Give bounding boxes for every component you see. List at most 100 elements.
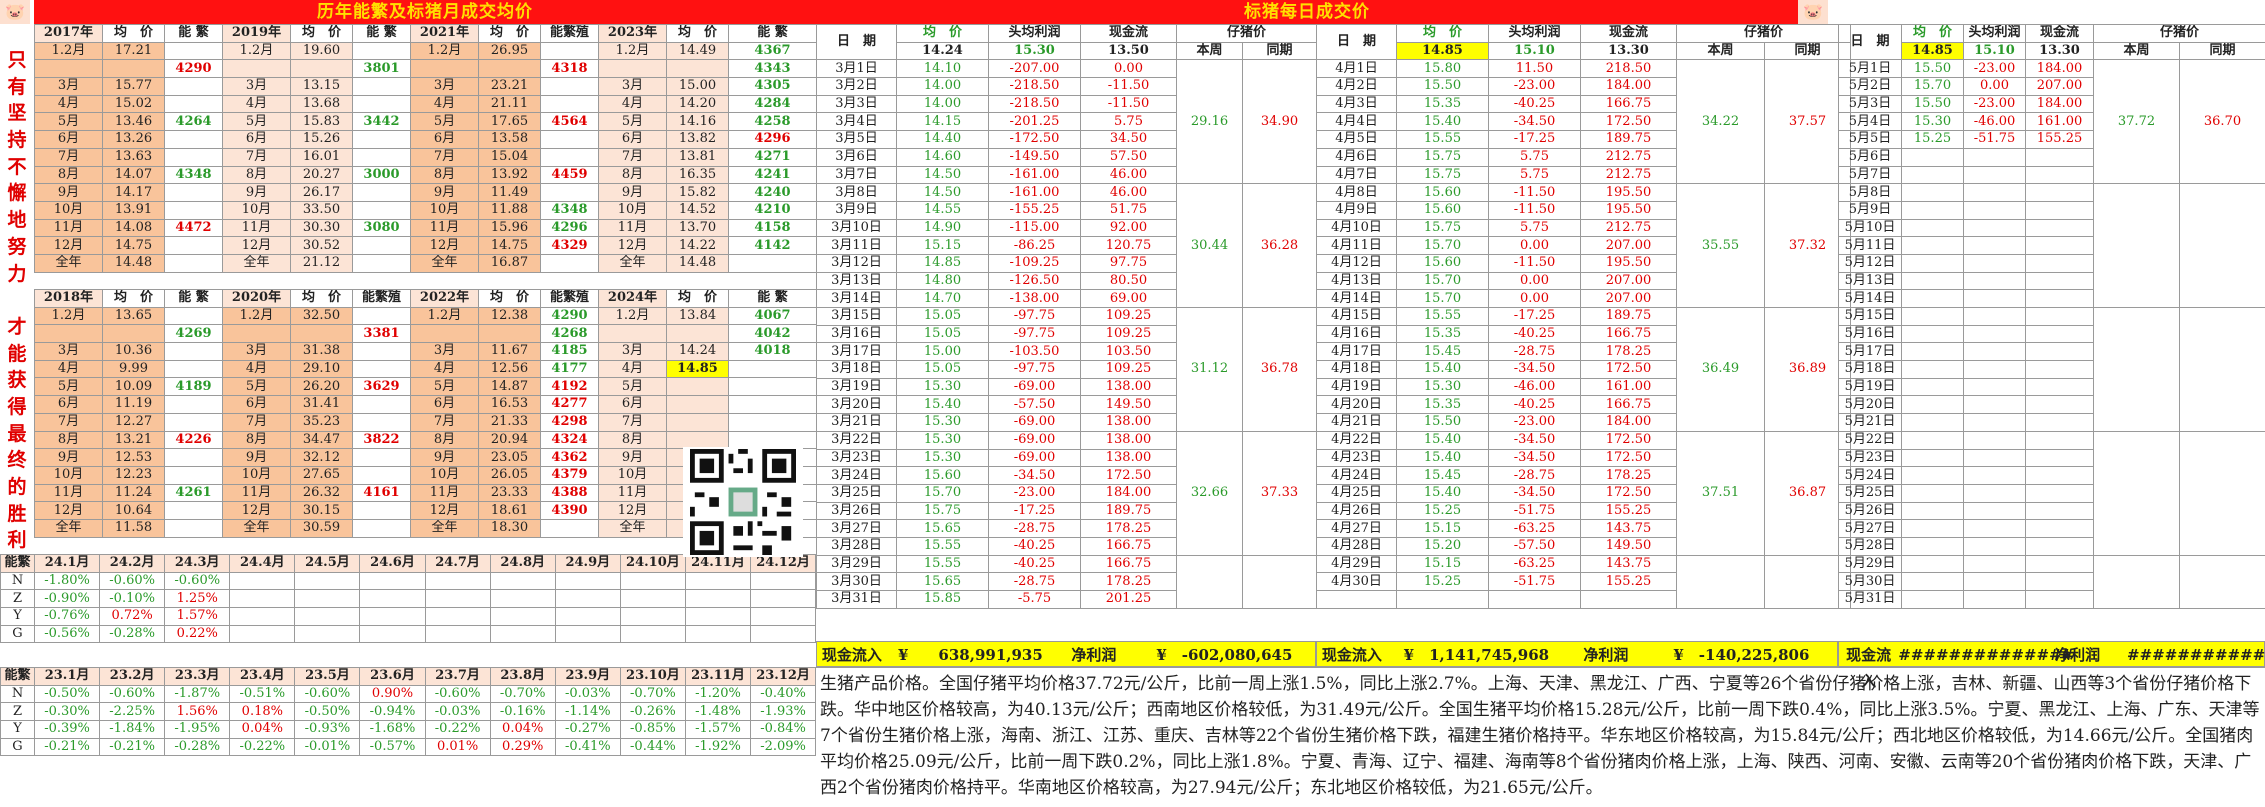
- cell: -5.75: [988, 590, 1081, 609]
- cell: [1901, 377, 1964, 397]
- cell: 1.2月: [34, 41, 103, 61]
- cell: -0.22%: [424, 720, 491, 739]
- cell: 15.83: [290, 112, 353, 132]
- cell: 14.49: [666, 41, 729, 61]
- cell: 13.65: [102, 306, 165, 326]
- cell: -155.25: [988, 200, 1081, 220]
- cell: 15.60: [1396, 183, 1489, 202]
- cell: 4264: [164, 112, 223, 132]
- cell: 4月10日: [1316, 218, 1397, 238]
- cell: 3月24日: [816, 466, 897, 485]
- cell: 15.40: [896, 395, 989, 415]
- cell: 178.25: [1080, 572, 1177, 591]
- cell: [540, 183, 599, 202]
- header-cell: 能 繁: [164, 24, 223, 43]
- cell: 4月28日: [1316, 536, 1397, 556]
- table-row: 全年 14.48 全年 21.12 全年 16.87 全年 14.48: [34, 253, 817, 273]
- cell: -0.27%: [554, 720, 621, 739]
- piglet-yoy: [2178, 183, 2265, 308]
- piglet-price-header: 仔猪价: [1175, 24, 1318, 43]
- cell: [410, 324, 479, 344]
- cash-value: ##############: [1898, 646, 2075, 664]
- cell: 189.75: [1080, 501, 1177, 521]
- cell: [750, 607, 817, 626]
- table-row: 4290 3801 4318 4343: [34, 59, 817, 79]
- cell: 15.40: [1396, 360, 1489, 379]
- cell: 11.19: [102, 395, 165, 414]
- cell: [1901, 324, 1964, 344]
- cell: 10月: [410, 200, 479, 220]
- cell: 5月22日: [1838, 430, 1902, 450]
- cell: 7月: [222, 412, 291, 432]
- cell: 32.50: [290, 306, 353, 326]
- cell: 15.85: [896, 590, 989, 609]
- cell: -97.75: [988, 307, 1081, 326]
- cell: [424, 607, 491, 626]
- cell: 3月2日: [816, 77, 897, 96]
- cell: 15.60: [896, 466, 989, 485]
- cell: [1963, 590, 2026, 609]
- cell: 全年: [34, 518, 103, 538]
- cell: 4月15日: [1316, 307, 1397, 326]
- cell: -34.50: [1488, 360, 1581, 379]
- cell: 97.75: [1080, 253, 1177, 273]
- cell: 34.50: [1080, 130, 1177, 149]
- cell: 31.41: [290, 395, 353, 414]
- cell: -0.85%: [619, 720, 686, 739]
- table-row: 4269 3381 4268 4042: [34, 324, 817, 344]
- cell: [619, 571, 686, 591]
- cell: -115.00: [988, 218, 1081, 238]
- cell: 26.20: [290, 377, 353, 397]
- cell: 11月: [34, 483, 103, 503]
- cell: 5月: [598, 377, 667, 397]
- cell: -34.50: [1488, 112, 1581, 132]
- stats-row: N -1.80% -0.60% -0.60%: [0, 571, 817, 591]
- cell: 4067: [728, 306, 817, 326]
- cell: 10月: [598, 200, 667, 220]
- cell: 12.53: [102, 448, 165, 467]
- cell: 138.00: [1080, 413, 1177, 432]
- table-row: 1.2月 13.65 1.2月 32.50 1.2月 12.38 4290 1.2月 13.84…: [34, 306, 817, 326]
- table-row: 6月 11.19 6月 31.41 6月 16.53 4277 6月: [34, 395, 817, 414]
- cell: Z: [0, 589, 35, 609]
- cell: [478, 59, 541, 79]
- cell: 16.35: [666, 165, 729, 185]
- cell: -2.09%: [750, 737, 817, 757]
- cell: 120.75: [1080, 236, 1177, 255]
- cell: -172.50: [988, 130, 1081, 149]
- cell: [164, 200, 223, 220]
- cell: 3月19日: [816, 377, 897, 397]
- cell: [424, 624, 491, 644]
- cell: -0.57%: [359, 737, 426, 757]
- cell: [34, 324, 103, 344]
- header-cell: 23.7月: [424, 667, 491, 686]
- piglet-yoy: [2178, 307, 2265, 432]
- cell: [478, 324, 541, 344]
- cell: 11月: [410, 483, 479, 503]
- header-cell: 均 价: [290, 24, 353, 43]
- cell: -17.25: [1488, 130, 1581, 149]
- cell: [1901, 466, 1964, 485]
- motto-char: 不: [7, 155, 27, 178]
- piglet-week: 34.22: [1676, 59, 1765, 185]
- cell: -0.70%: [489, 684, 556, 704]
- cell: 4月25日: [1316, 483, 1397, 503]
- cell: -51.75: [1488, 501, 1581, 521]
- piglet-price-header: 仔猪价: [2092, 24, 2265, 43]
- cell: 4月2日: [1316, 77, 1397, 96]
- cell: 0.04%: [229, 720, 296, 739]
- cell: [750, 624, 817, 644]
- cell: -0.28%: [164, 737, 231, 757]
- cash-label: 现金流入: [1846, 646, 1892, 690]
- cell: [1963, 572, 2026, 591]
- cell: 15.70: [1396, 271, 1489, 291]
- cell: 3月13日: [816, 271, 897, 291]
- cell: 21.12: [290, 253, 353, 273]
- cell: [1963, 395, 2026, 415]
- cell: 15.40: [1396, 112, 1489, 132]
- daily-row: 5月22日: [1838, 430, 2265, 556]
- cell: 15.50: [1396, 77, 1489, 96]
- cell: [290, 324, 353, 344]
- cell: -11.50: [1488, 200, 1581, 220]
- cell: 14.70: [896, 289, 989, 308]
